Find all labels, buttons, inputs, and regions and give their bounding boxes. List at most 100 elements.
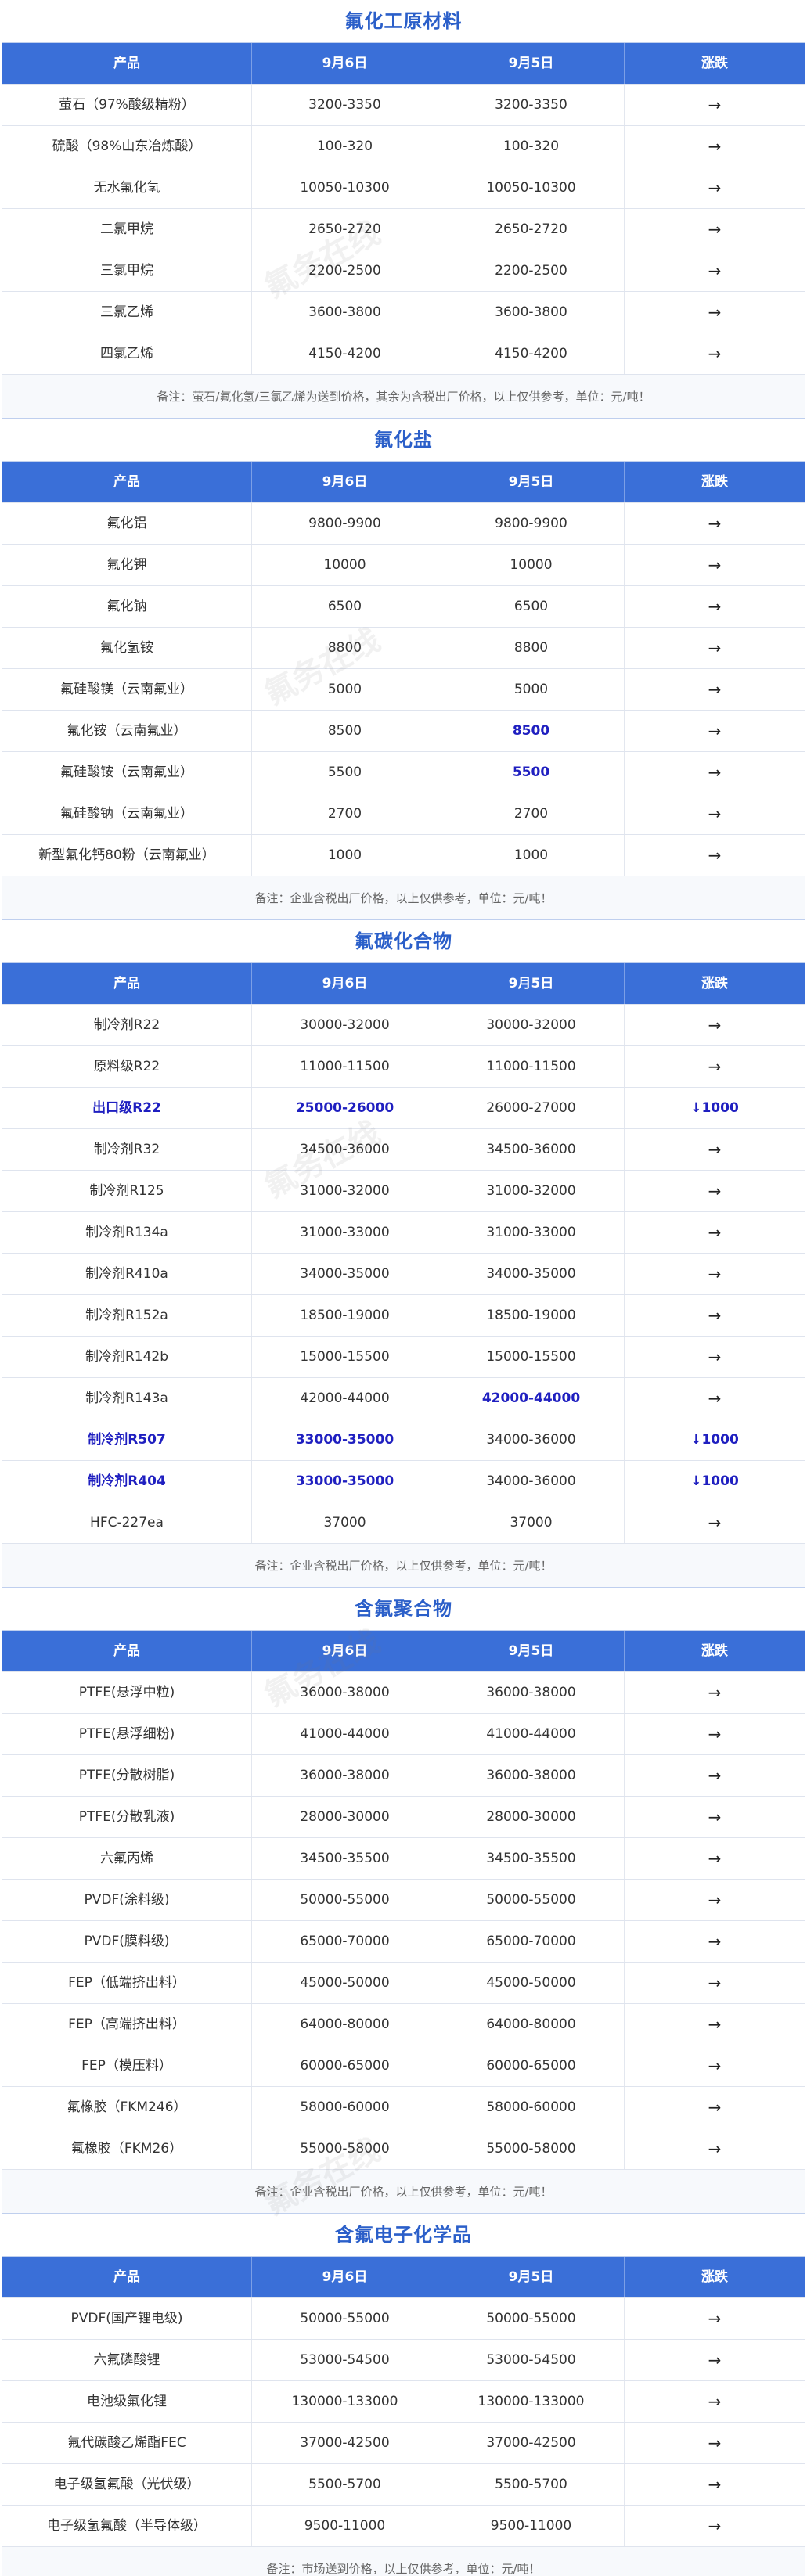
header-product: 产品: [2, 963, 252, 1004]
table-row: 氟化氢铵 8800 8800 →: [2, 627, 805, 668]
change-cell: →: [708, 1016, 722, 1034]
price-current-cell: 53000-54500: [252, 2340, 438, 2380]
product-name-cell: PVDF(膜料级): [2, 1921, 252, 1962]
product-name-cell: 电池级氟化锂: [2, 2381, 252, 2422]
price-current-cell: 33000-35000: [252, 1461, 438, 1502]
change-cell: →: [708, 1513, 722, 1532]
change-cell: →: [708, 556, 722, 574]
table-row: 氟化铵（云南氟业） 8500 8500 →: [2, 710, 805, 751]
change-cell: →: [708, 95, 722, 114]
price-previous-cell: 4150-4200: [438, 333, 625, 374]
product-name-cell: 电子级氢氟酸（半导体级）: [2, 2506, 252, 2546]
price-previous-cell: 34000-36000: [438, 1419, 625, 1460]
change-cell: →: [708, 1973, 722, 1992]
table-row: 氟硅酸镁（云南氟业） 5000 5000 →: [2, 668, 805, 710]
price-previous-cell: 9500-11000: [438, 2506, 625, 2546]
price-previous-cell: 30000-32000: [438, 1005, 625, 1045]
price-current-cell: 130000-133000: [252, 2381, 438, 2422]
price-previous-cell: 31000-33000: [438, 1212, 625, 1253]
price-current-cell: 15000-15500: [252, 1337, 438, 1377]
section-title: 氟化盐: [374, 429, 433, 451]
table-note: 备注：企业含税出厂价格，以上仅供参考，单位：元/吨！: [2, 1543, 805, 1587]
change-cell: →: [708, 1808, 722, 1826]
table-header-row: 产品 9月6日 9月5日 涨跌: [2, 43, 805, 84]
table-header-row: 产品 9月6日 9月5日 涨跌: [2, 462, 805, 502]
table-row: 氟硅酸铵（云南氟业） 5500 5500 →: [2, 751, 805, 793]
section-title: 氟碳化合物: [355, 930, 452, 952]
price-current-cell: 8500: [252, 711, 438, 751]
table-row: 氟化钾 10000 10000 →: [2, 544, 805, 585]
price-current-cell: 33000-35000: [252, 1419, 438, 1460]
price-previous-cell: 36000-38000: [438, 1672, 625, 1713]
product-name-cell: PVDF(涂料级): [2, 1880, 252, 1920]
change-cell: →: [708, 514, 722, 533]
price-current-cell: 37000: [252, 1502, 438, 1543]
product-name-cell: 制冷剂R152a: [2, 1295, 252, 1336]
header-change: 涨跌: [701, 2269, 728, 2285]
price-tables: 氟化工原材料 产品 9月6日 9月5日 涨跌 萤石（97%酸级精粉） 3200-3350 32…: [0, 0, 807, 2576]
price-current-cell: 65000-70000: [252, 1921, 438, 1962]
header-change: 涨跌: [701, 56, 728, 71]
change-cell: →: [708, 2056, 722, 2075]
header-date-1: 9月6日: [252, 462, 438, 502]
price-current-cell: 100-320: [252, 126, 438, 167]
price-current-cell: 8800: [252, 628, 438, 668]
price-previous-cell: 3200-3350: [438, 85, 625, 125]
product-name-cell: 氟硅酸钠（云南氟业）: [2, 793, 252, 834]
product-name-cell: 四氯乙烯: [2, 333, 252, 374]
product-name-cell: 氟橡胶（FKM26）: [2, 2128, 252, 2169]
price-previous-cell: 5000: [438, 669, 625, 710]
change-cell: →: [708, 1306, 722, 1325]
table-row: 制冷剂R142b 15000-15500 15000-15500 →: [2, 1336, 805, 1377]
price-previous-cell: 1000: [438, 835, 625, 876]
product-name-cell: HFC-227ea: [2, 1502, 252, 1543]
change-cell: →: [708, 178, 722, 197]
table-row: 制冷剂R507 33000-35000 34000-36000 ↓1000: [2, 1419, 805, 1460]
table-row: 硫酸（98%山东冶炼酸） 100-320 100-320 →: [2, 125, 805, 167]
change-cell: →: [708, 721, 722, 740]
change-cell: →: [708, 1891, 722, 1909]
change-cell: →: [708, 1223, 722, 1242]
price-previous-cell: 34000-35000: [438, 1254, 625, 1294]
change-cell: →: [708, 2139, 722, 2158]
price-previous-cell: 2700: [438, 793, 625, 834]
price-current-cell: 11000-11500: [252, 1046, 438, 1087]
price-previous-cell: 130000-133000: [438, 2381, 625, 2422]
price-current-cell: 28000-30000: [252, 1797, 438, 1837]
price-current-cell: 58000-60000: [252, 2087, 438, 2128]
section-title: 含氟电子化学品: [335, 2224, 472, 2246]
table-row: 氟橡胶（FKM246） 58000-60000 58000-60000 →: [2, 2086, 805, 2128]
price-previous-cell: 31000-32000: [438, 1171, 625, 1211]
change-cell: →: [708, 2309, 722, 2328]
product-name-cell: 制冷剂R143a: [2, 1378, 252, 1419]
change-cell: →: [708, 1932, 722, 1951]
price-current-cell: 37000-42500: [252, 2423, 438, 2463]
change-cell: →: [708, 1725, 722, 1743]
table-row: HFC-227ea 37000 37000 →: [2, 1502, 805, 1543]
price-current-cell: 36000-38000: [252, 1755, 438, 1796]
price-current-cell: 42000-44000: [252, 1378, 438, 1419]
table-row: 氟化铝 9800-9900 9800-9900 →: [2, 502, 805, 544]
price-current-cell: 41000-44000: [252, 1714, 438, 1754]
table-row: 氟硅酸钠（云南氟业） 2700 2700 →: [2, 793, 805, 834]
product-name-cell: 制冷剂R404: [2, 1461, 252, 1502]
header-date-1: 9月6日: [252, 43, 438, 84]
price-current-cell: 9500-11000: [252, 2506, 438, 2546]
table-row: PTFE(悬浮细粉) 41000-44000 41000-44000 →: [2, 1713, 805, 1754]
table-row: 无水氟化氢 10050-10300 10050-10300 →: [2, 167, 805, 208]
section-0: 氟化工原材料 产品 9月6日 9月5日 涨跌 萤石（97%酸级精粉） 3200-3350 32…: [0, 0, 807, 419]
price-previous-cell: 37000: [438, 1502, 625, 1543]
product-name-cell: 电子级氢氟酸（光伏级）: [2, 2464, 252, 2505]
header-change: 涨跌: [701, 474, 728, 490]
price-current-cell: 45000-50000: [252, 1963, 438, 2003]
table-row: PTFE(悬浮中粒) 36000-38000 36000-38000 →: [2, 1671, 805, 1713]
table-row: 电子级氢氟酸（光伏级） 5500-5700 5500-5700 →: [2, 2463, 805, 2505]
price-previous-cell: 53000-54500: [438, 2340, 625, 2380]
change-cell: →: [708, 1683, 722, 1702]
table-row: 四氯乙烯 4150-4200 4150-4200 →: [2, 333, 805, 374]
change-cell: →: [708, 137, 722, 156]
price-previous-cell: 65000-70000: [438, 1921, 625, 1962]
section-4: 含氟电子化学品 产品 9月6日 9月5日 涨跌 PVDF(国产锂电级) 50000-5500…: [0, 2214, 807, 2576]
price-current-cell: 10000: [252, 545, 438, 585]
change-cell: →: [708, 261, 722, 280]
